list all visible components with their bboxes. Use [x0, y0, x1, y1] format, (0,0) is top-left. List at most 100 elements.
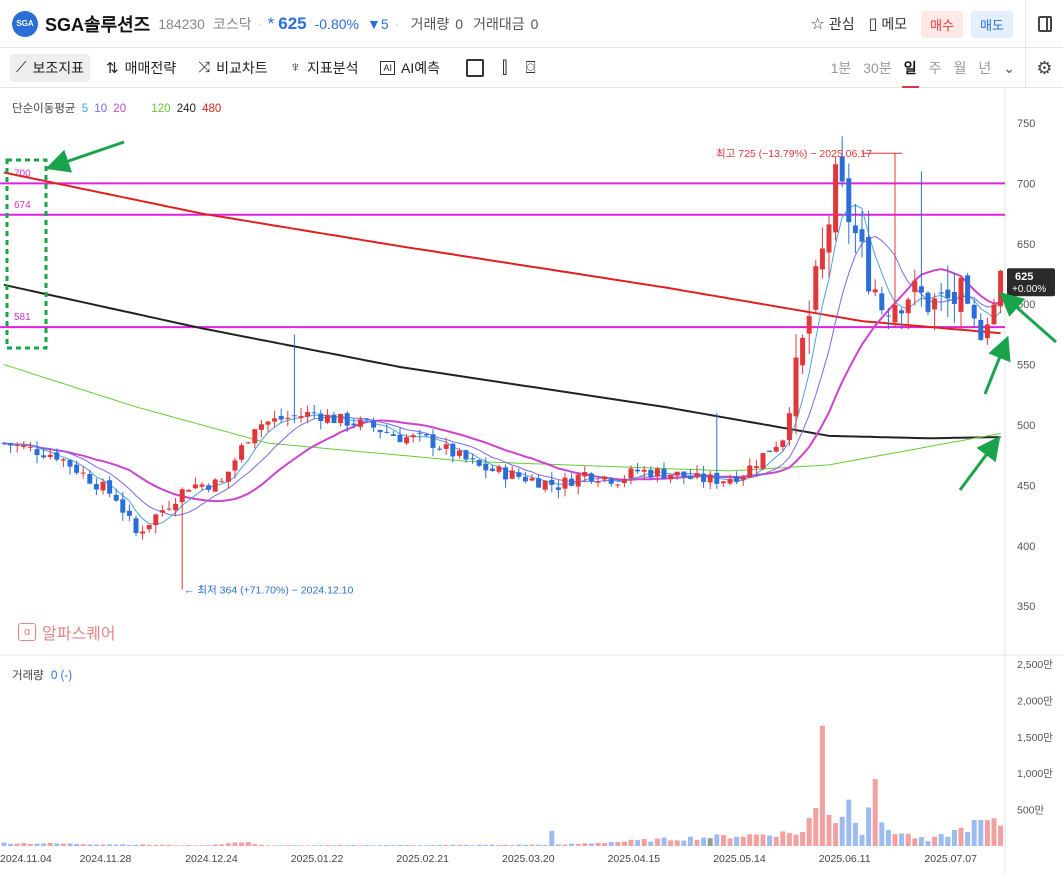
- volume-bar: [159, 844, 165, 846]
- gear-icon[interactable]: ⚙: [1025, 48, 1063, 88]
- candle-body: [872, 289, 878, 293]
- period-30min[interactable]: 30분: [863, 48, 891, 88]
- candle-body: [595, 481, 601, 483]
- strategy-button[interactable]: ⇅ 매매전략: [100, 54, 182, 82]
- candle-body: [8, 443, 14, 446]
- candle-body: [258, 424, 264, 430]
- separator-dot: ·: [394, 16, 399, 31]
- watch-button[interactable]: ☆ 관심: [810, 14, 854, 34]
- square-tool-icon[interactable]: [466, 58, 484, 77]
- memo-button[interactable]: ▯ 메모: [869, 14, 908, 34]
- candle-body: [1, 442, 7, 444]
- indicator-button[interactable]: ⟋ 보조지표: [10, 53, 91, 82]
- date-tick-label: 2025.02.21: [396, 853, 449, 865]
- price-tick-label: 550: [1017, 360, 1035, 372]
- candle-body: [305, 412, 311, 417]
- amount-value: 0: [530, 15, 539, 32]
- level-label-581: 581: [14, 312, 31, 323]
- volume-bar: [252, 844, 258, 846]
- candle-body: [681, 471, 687, 478]
- price-tick-label: 500: [1017, 420, 1035, 432]
- low-annotation: ← 최저 364 (+71.70%) − 2024.12.10: [184, 584, 354, 596]
- volume-bar: [674, 840, 680, 846]
- volume-bar: [496, 844, 502, 846]
- candle-body: [338, 413, 344, 423]
- strategy-icon: ⇅: [106, 59, 119, 77]
- volume-bar: [648, 841, 654, 846]
- candle-body: [958, 277, 964, 312]
- volume-bar: [661, 837, 667, 846]
- period-day[interactable]: 일: [901, 48, 919, 88]
- candle-body: [126, 510, 132, 516]
- candle-body: [100, 481, 106, 491]
- volume-bar: [463, 844, 469, 846]
- candle-body: [107, 480, 113, 494]
- candle-body: [450, 443, 456, 457]
- candle-body: [899, 310, 905, 314]
- side-panel-toggle[interactable]: [1025, 0, 1063, 48]
- volume-bar: [932, 836, 938, 846]
- volume-bar: [166, 844, 172, 846]
- volume-bar: [621, 841, 627, 846]
- compare-button[interactable]: ⤨ 비교차트: [192, 54, 274, 82]
- candle-body: [311, 412, 317, 414]
- candle-body: [357, 419, 363, 427]
- candle-body: [747, 465, 753, 478]
- chevron-down-icon[interactable]: ⌄: [1003, 48, 1015, 88]
- candle-body: [694, 473, 700, 478]
- candle-body: [113, 494, 119, 501]
- volume-bar: [727, 838, 733, 846]
- candle-body: [166, 508, 172, 510]
- volume-bar: [793, 834, 799, 846]
- candle-body: [199, 484, 205, 487]
- date-tick-label: 2025.05.14: [713, 853, 766, 865]
- candle-body: [615, 484, 621, 486]
- volume-bar: [324, 845, 330, 846]
- candle-body: [159, 510, 165, 513]
- volume-bar: [965, 832, 971, 846]
- candle-body: [476, 459, 482, 466]
- volume-bar: [951, 830, 957, 846]
- candle-body: [575, 474, 581, 487]
- candle-body: [932, 298, 938, 310]
- period-year[interactable]: 년: [978, 48, 991, 88]
- candle-body: [998, 270, 1004, 307]
- candle-body: [991, 304, 997, 325]
- ai-predict-button[interactable]: AI AI예측: [374, 54, 446, 82]
- current-price-change: +0.00%: [1012, 284, 1046, 295]
- candle-body: [879, 293, 885, 311]
- volume-bar: [186, 844, 192, 846]
- candle-type-icon[interactable]: ⫿: [502, 58, 507, 78]
- ma-legend: 단순이동평균 5 10 20 120 240 480: [12, 100, 224, 116]
- analysis-button[interactable]: ♆ 지표분석: [284, 54, 365, 82]
- candle-body: [549, 479, 555, 485]
- camera-icon[interactable]: ⌼: [525, 58, 535, 78]
- change-percent: -0.80%: [314, 15, 359, 32]
- period-month[interactable]: 월: [953, 48, 966, 88]
- period-week[interactable]: 주: [929, 48, 942, 88]
- volume-bar: [87, 844, 93, 846]
- volume-bar: [14, 843, 20, 846]
- volume-bar: [219, 844, 225, 846]
- volume-bar: [945, 836, 951, 846]
- change-amount: ▼5: [366, 15, 389, 32]
- sell-button[interactable]: 매도: [971, 10, 1013, 38]
- candle-body: [654, 468, 660, 477]
- market-name: 코스닥: [212, 15, 252, 32]
- ai-predict-label: AI예측: [401, 59, 440, 76]
- volume-bar: [8, 843, 14, 846]
- candle-body: [93, 484, 99, 490]
- buy-button[interactable]: 매수: [921, 10, 964, 38]
- candle-body: [516, 472, 522, 477]
- volume-bar: [641, 838, 647, 846]
- volume-bar: [885, 829, 891, 846]
- price-chart[interactable]: 3504004505005506006507007507006745812,50…: [0, 88, 1063, 874]
- stock-name[interactable]: SGA솔루션즈: [45, 11, 150, 37]
- volume-bar: [628, 839, 634, 846]
- volume-bar: [483, 844, 489, 846]
- volume-bar: [390, 845, 396, 846]
- period-1min[interactable]: 1분: [831, 48, 852, 88]
- volume-legend-value: 0 (-): [50, 670, 73, 682]
- candle-body: [621, 479, 627, 483]
- candle-body: [437, 448, 443, 450]
